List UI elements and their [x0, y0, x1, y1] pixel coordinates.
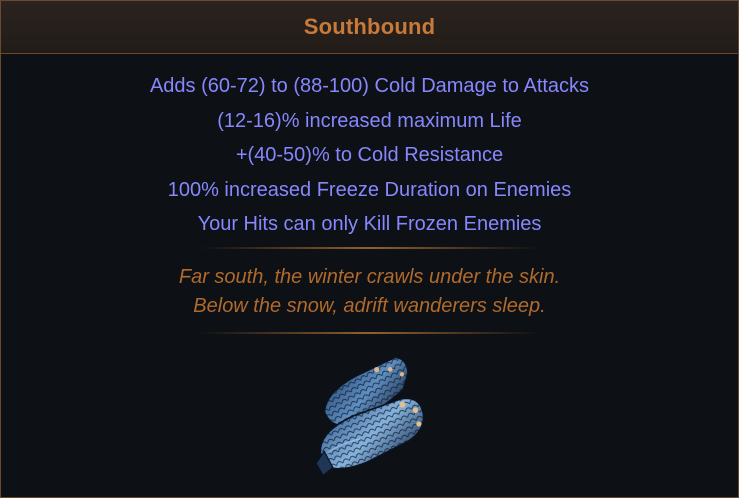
flavour-line: Far south, the winter crawls under the s… [178, 266, 561, 288]
mod-line: Your Hits can only Kill Frozen Enemies [197, 213, 542, 235]
mod-line: +(40-50)% to Cold Resistance [235, 144, 504, 166]
explicit-mods: Adds (60-72) to (88-100) Cold Damage to … [1, 69, 738, 242]
separator [199, 247, 541, 249]
separator [199, 332, 541, 334]
mod-line: (12-16)% increased maximum Life [217, 109, 522, 132]
item-name: Southbound [303, 14, 436, 39]
flavour-line: Below the snow, adrift wanderers sleep. [193, 295, 546, 317]
flavour-text: Far south, the winter crawls under the s… [1, 263, 738, 321]
gloves-icon [315, 356, 425, 477]
mod-line: 100% increased Freeze Duration on Enemie… [167, 178, 572, 201]
item-name-header: Southbound [1, 1, 738, 54]
item-tooltip: Southbound Adds (60-72) to (88-100) Cold… [0, 0, 739, 498]
mod-line: Adds (60-72) to (88-100) Cold Damage to … [149, 75, 590, 97]
